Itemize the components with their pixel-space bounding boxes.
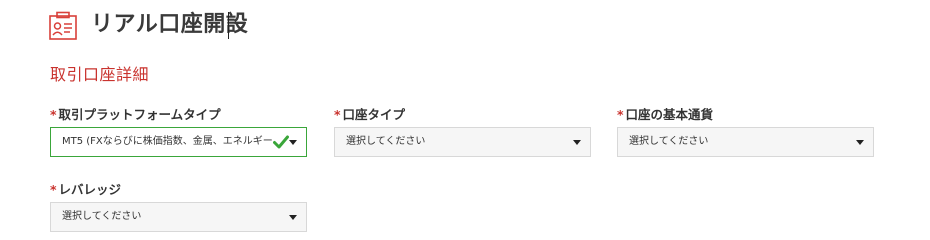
checkmark-icon [273,135,289,149]
page-title: リアル口座開設 [91,12,249,37]
account-type-label: * 口座タイプ [334,105,405,125]
chevron-down-icon [856,140,864,145]
chevron-down-icon [289,215,297,220]
platform-type-select[interactable]: MT5 (FXならびに株価指数、金属、エネルギーの [50,127,307,157]
account-type-label-text: 口座タイプ [342,107,406,122]
base-currency-value: 選択してください [629,136,709,147]
account-type-value: 選択してください [346,136,426,147]
text-cursor [228,12,229,39]
required-mark: * [617,107,624,122]
base-currency-select[interactable]: 選択してください [617,127,874,157]
chevron-down-icon [289,140,297,145]
account-type-select[interactable]: 選択してください [334,127,591,157]
base-currency-label-text: 口座の基本通貨 [625,107,714,122]
chevron-down-icon [573,140,581,145]
leverage-value: 選択してください [62,211,142,222]
required-mark: * [50,107,57,122]
section-title: 取引口座詳細 [50,65,150,84]
leverage-label-text: レバレッジ [58,182,122,197]
id-card-icon [49,11,77,40]
platform-type-label: * 取引プラットフォームタイプ [50,105,221,125]
leverage-select[interactable]: 選択してください [50,202,307,232]
platform-type-label-text: 取引プラットフォームタイプ [58,107,221,122]
required-mark: * [50,182,57,197]
platform-type-value: MT5 (FXならびに株価指数、金属、エネルギーの [62,136,272,147]
leverage-label: * レバレッジ [50,180,121,200]
base-currency-label: * 口座の基本通貨 [617,105,713,125]
required-mark: * [334,107,341,122]
